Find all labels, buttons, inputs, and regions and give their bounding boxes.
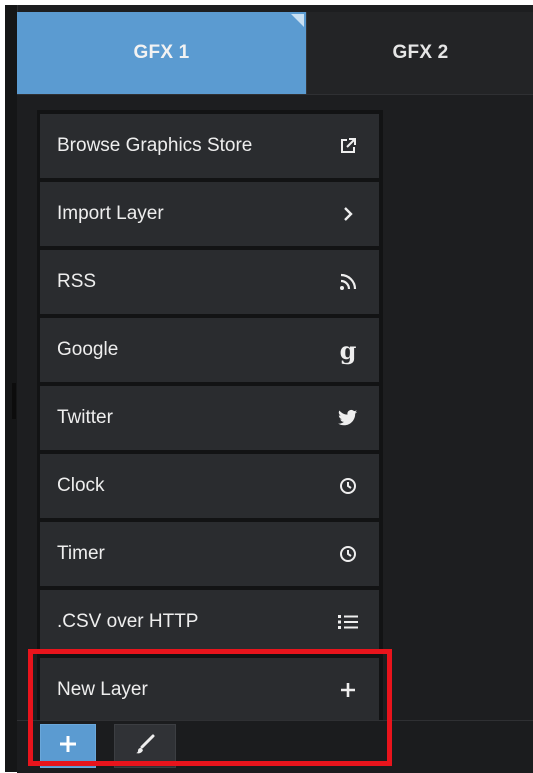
clock-icon (337, 475, 359, 497)
google-icon: g (339, 335, 357, 365)
menu-item-label: Import Layer (57, 203, 164, 224)
plus-icon (337, 679, 359, 701)
menu-item-label: RSS (57, 271, 97, 292)
chevron-right-icon (337, 203, 359, 225)
menu-item-twitter[interactable]: Twitter (40, 386, 379, 450)
panel-resize-handle[interactable] (12, 383, 16, 419)
external-link-icon (337, 135, 359, 157)
menu-item-new-layer[interactable]: New Layer (40, 658, 379, 722)
menu-item-label: Google (57, 339, 119, 360)
menu-item-rss[interactable]: RSS (40, 250, 379, 314)
menu-item-label: Twitter (57, 407, 113, 428)
menu-item-label: .CSV over HTTP (57, 611, 199, 632)
clock-icon (337, 543, 359, 565)
tab-label: GFX 1 (133, 42, 190, 63)
add-layer-button[interactable] (40, 724, 96, 768)
gfx-tab-bar: GFX 1 GFX 2 (17, 12, 533, 95)
tab-label: GFX 2 (392, 42, 449, 63)
tab-gfx-1[interactable]: GFX 1 (17, 12, 306, 94)
rss-icon (337, 271, 359, 293)
menu-item-browse-graphics-store[interactable]: Browse Graphics Store (40, 114, 379, 178)
menu-item-label: Clock (57, 475, 105, 496)
menu-item-label: Browse Graphics Store (57, 135, 253, 156)
menu-item-clock[interactable]: Clock (40, 454, 379, 518)
tab-gfx-2[interactable]: GFX 2 (306, 12, 533, 94)
menu-item-csv-over-http[interactable]: .CSV over HTTP (40, 590, 379, 654)
menu-item-google[interactable]: Google g (40, 318, 379, 382)
menu-item-label: New Layer (57, 679, 148, 700)
brush-icon (134, 733, 156, 760)
plus-icon (57, 731, 79, 762)
twitter-icon (337, 407, 359, 429)
edit-style-button[interactable] (114, 724, 176, 768)
menu-item-timer[interactable]: Timer (40, 522, 379, 586)
menu-item-import-layer[interactable]: Import Layer (40, 182, 379, 246)
tab-corner-marker (291, 14, 304, 27)
list-icon (337, 611, 359, 633)
menu-item-label: Timer (57, 543, 105, 564)
